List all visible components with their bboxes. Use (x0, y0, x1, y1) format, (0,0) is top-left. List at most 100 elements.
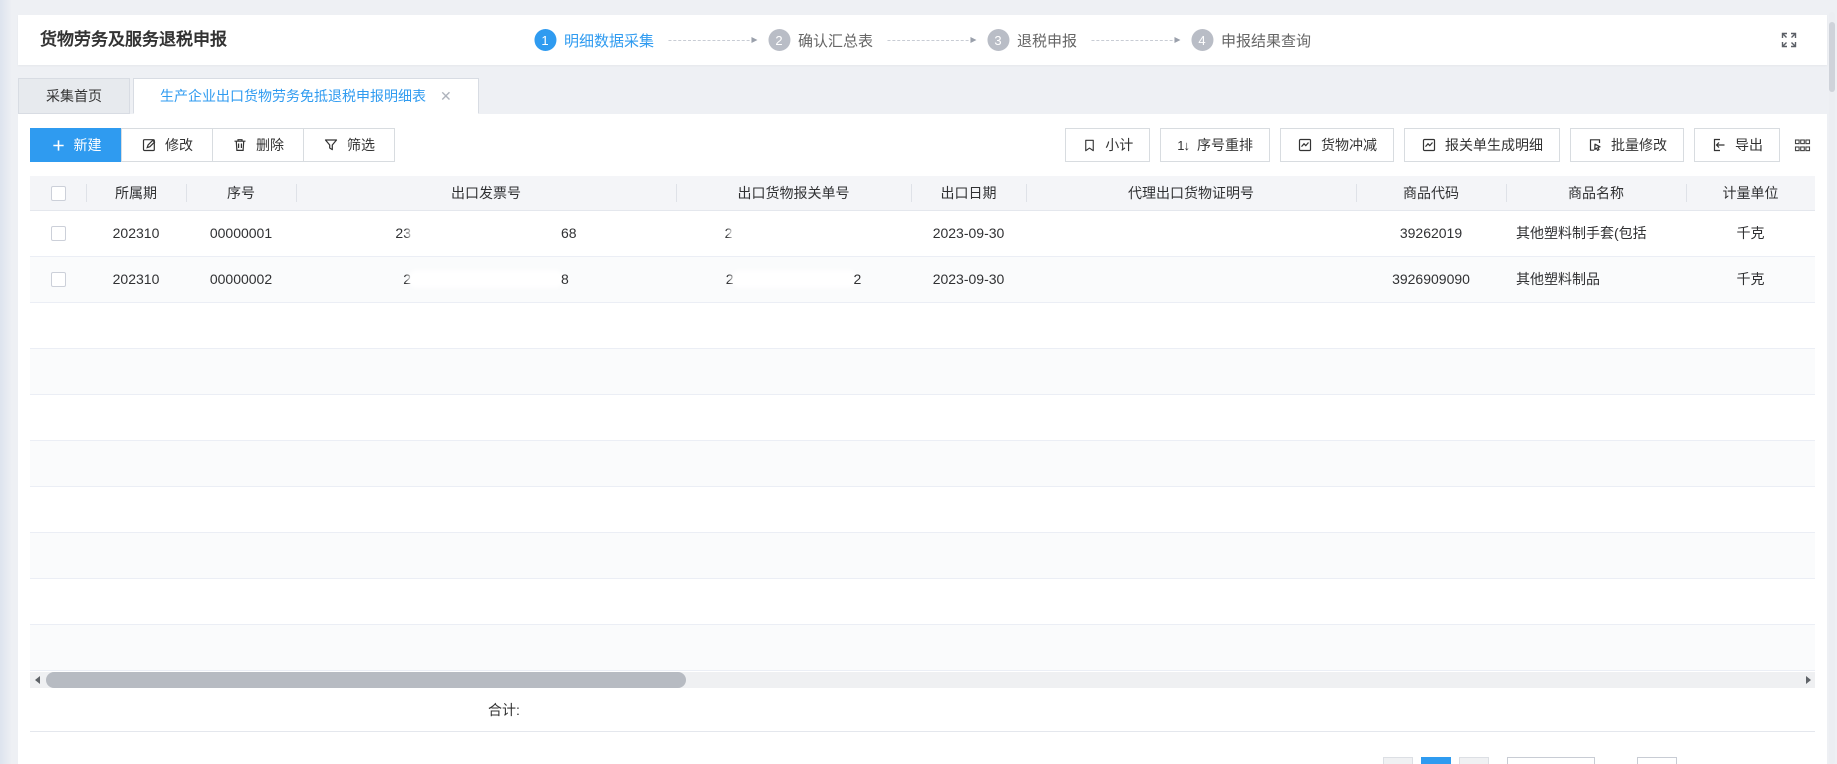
new-button[interactable]: 新建 (30, 128, 122, 162)
scroll-left-arrow-icon[interactable] (30, 672, 44, 688)
column-settings-icon[interactable] (1790, 135, 1815, 156)
page-cursor-icon (1587, 137, 1603, 153)
toolbar-right-group: 小计 1↓ 序号重排 货物冲减 报关单生成明细 (1065, 128, 1815, 162)
totals-row: 合计: (30, 688, 1815, 732)
agent-cert-cell (1026, 210, 1356, 256)
header-period: 所属期 (86, 176, 186, 210)
commodity-code-cell: 39262019 (1356, 210, 1506, 256)
step-4-label: 申报结果查询 (1221, 30, 1311, 51)
goods-offset-button-label: 货物冲减 (1321, 135, 1377, 155)
table-row[interactable]: 202310 00000001 2368 2 2023-09-30 392620… (30, 210, 1815, 256)
content-panel: 新建 修改 删除 筛选 (18, 114, 1827, 764)
commodity-name-cell: 其他塑料制手套(包括 (1506, 210, 1686, 256)
subtotal-button[interactable]: 小计 (1065, 128, 1150, 162)
header-seq: 序号 (186, 176, 296, 210)
header-commodity-name: 商品名称 (1506, 176, 1686, 210)
redaction-blur (411, 227, 561, 239)
redaction-blur (732, 227, 862, 239)
batch-modify-button-label: 批量修改 (1611, 135, 1667, 155)
filter-button-label: 筛选 (347, 135, 375, 155)
step-result-query[interactable]: 4 申报结果查询 (1191, 29, 1311, 51)
chart-icon (1421, 137, 1437, 153)
agent-cert-cell (1026, 256, 1356, 302)
table-row[interactable]: 202310 00000002 28 22 2023-09-30 3926909… (30, 256, 1815, 302)
table-header: 所属期 序号 出口发票号 出口货物报关单号 出口日期 代理出口货物证明号 商品代… (30, 176, 1815, 210)
step-2-label: 确认汇总表 (798, 30, 873, 51)
header-select-all (30, 176, 86, 210)
pagination: 1 (1383, 757, 1677, 764)
left-edge-strip (0, 0, 12, 764)
tab-detail-label: 生产企业出口货物劳务免抵退税申报明细表 (160, 86, 426, 106)
seq-cell: 00000001 (186, 210, 296, 256)
header-commodity-code: 商品代码 (1356, 176, 1506, 210)
goods-offset-button[interactable]: 货物冲减 (1280, 128, 1394, 162)
empty-table-row (30, 348, 1815, 394)
toolbar-left-group: 新建 修改 删除 筛选 (30, 128, 395, 162)
tab-bar: 采集首页 生产企业出口货物劳务免抵退税申报明细表 ✕ (18, 78, 479, 114)
empty-table-row (30, 578, 1815, 624)
vertical-scrollbar-thumb[interactable] (1829, 22, 1835, 92)
filter-button[interactable]: 筛选 (303, 128, 395, 162)
batch-modify-button[interactable]: 批量修改 (1570, 128, 1684, 162)
export-date-cell: 2023-09-30 (911, 210, 1026, 256)
step-4-circle: 4 (1191, 29, 1213, 51)
commodity-name-cell: 其他塑料制品 (1506, 256, 1686, 302)
redaction-blur (734, 273, 854, 285)
horizontal-scrollbar-thumb[interactable] (46, 672, 686, 688)
step-refund-declare[interactable]: 3 退税申报 (987, 29, 1077, 51)
export-icon (1711, 137, 1727, 153)
step-1-circle: 1 (534, 29, 556, 51)
page-size-select[interactable] (1507, 757, 1595, 764)
page-title: 货物劳务及服务退税申报 (40, 15, 227, 65)
row-select-cell (30, 256, 86, 302)
step-connector (668, 40, 754, 41)
redaction-blur (411, 273, 561, 285)
vertical-scrollbar[interactable] (1829, 12, 1835, 764)
fullscreen-expand-icon[interactable] (1779, 30, 1799, 50)
unit-cell: 千克 (1686, 210, 1815, 256)
header-invoice-no: 出口发票号 (296, 176, 676, 210)
step-connector (1091, 40, 1177, 41)
select-all-checkbox[interactable] (51, 186, 66, 201)
next-page-button[interactable] (1459, 757, 1489, 764)
empty-table-row (30, 302, 1815, 348)
invoice-no-cell: 2368 (296, 210, 676, 256)
empty-table-row (30, 486, 1815, 532)
row-checkbox[interactable] (51, 272, 66, 287)
step-confirm-summary[interactable]: 2 确认汇总表 (768, 29, 873, 51)
step-connector (887, 40, 973, 41)
export-button-label: 导出 (1735, 135, 1763, 155)
commodity-code-cell: 3926909090 (1356, 256, 1506, 302)
row-checkbox[interactable] (51, 226, 66, 241)
modify-button[interactable]: 修改 (121, 128, 213, 162)
scroll-right-arrow-icon[interactable] (1801, 672, 1815, 688)
header-agent-cert-no: 代理出口货物证明号 (1026, 176, 1356, 210)
header-bar: 货物劳务及服务退税申报 1 明细数据采集 2 确认汇总表 3 退税申报 4 申报… (18, 15, 1827, 65)
tab-detail-form[interactable]: 生产企业出口货物劳务免抵退税申报明细表 ✕ (133, 78, 479, 114)
step-detail-collection[interactable]: 1 明细数据采集 (534, 29, 654, 51)
export-button[interactable]: 导出 (1694, 128, 1780, 162)
header-unit: 计量单位 (1686, 176, 1815, 210)
modify-button-label: 修改 (165, 135, 193, 155)
resort-button[interactable]: 1↓ 序号重排 (1160, 128, 1270, 162)
page-jump-input[interactable] (1637, 757, 1677, 764)
header-export-date: 出口日期 (911, 176, 1026, 210)
delete-button[interactable]: 删除 (212, 128, 304, 162)
new-button-label: 新建 (74, 135, 102, 155)
bookmark-icon (1082, 138, 1097, 153)
sort-icon: 1↓ (1177, 138, 1189, 153)
generate-detail-button-label: 报关单生成明细 (1445, 135, 1543, 155)
horizontal-scrollbar[interactable] (30, 672, 1815, 688)
chart-icon (1297, 137, 1313, 153)
prev-page-button[interactable] (1383, 757, 1413, 764)
export-date-cell: 2023-09-30 (911, 256, 1026, 302)
period-cell: 202310 (86, 256, 186, 302)
tab-collection-home[interactable]: 采集首页 (18, 78, 130, 114)
resort-button-label: 序号重排 (1197, 135, 1253, 155)
declaration-no-cell: 2 (676, 210, 911, 256)
tab-close-icon[interactable]: ✕ (440, 89, 452, 103)
empty-table-row (30, 624, 1815, 670)
page-1-button[interactable]: 1 (1421, 757, 1451, 764)
empty-table-row (30, 532, 1815, 578)
generate-detail-button[interactable]: 报关单生成明细 (1404, 128, 1560, 162)
